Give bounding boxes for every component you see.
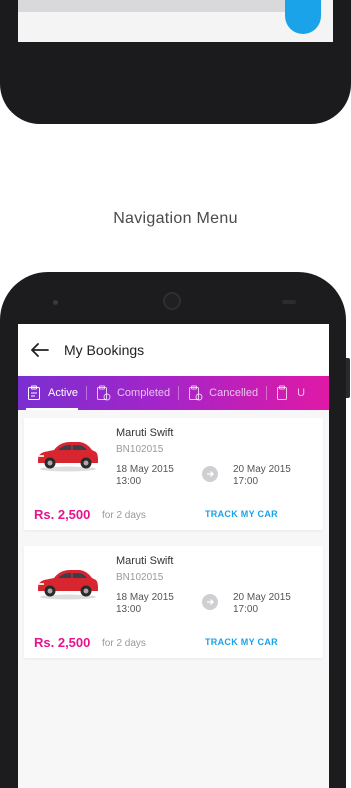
- booking-list: Maruti Swift BN102015 18 May 2015 13:00 …: [18, 410, 329, 658]
- clipboard-cancel-icon: [189, 385, 203, 401]
- end-date: 20 May 2015: [233, 464, 291, 475]
- tab-upcoming[interactable]: U: [267, 376, 313, 410]
- tab-label: Completed: [116, 387, 171, 399]
- booking-duration: for 2 days: [102, 638, 146, 649]
- start-datetime: 18 May 2015 13:00: [116, 464, 174, 488]
- app-bar: My Bookings: [18, 324, 329, 376]
- booking-duration: for 2 days: [102, 510, 146, 521]
- car-image: [38, 442, 98, 472]
- end-datetime: 20 May 2015 17:00: [233, 592, 291, 616]
- tab-label: Active: [48, 387, 78, 399]
- booking-tabs: Active Completed Cancelled U: [18, 376, 329, 410]
- track-car-link[interactable]: TRACK MY CAR: [205, 509, 278, 519]
- phone-frame-top: [0, 0, 351, 124]
- start-date: 18 May 2015: [116, 464, 174, 475]
- booking-price: Rs. 2,500: [34, 507, 91, 522]
- tab-completed[interactable]: Completed: [87, 376, 178, 410]
- start-date: 18 May 2015: [116, 592, 174, 603]
- clipboard-icon: [277, 385, 288, 400]
- booking-id: BN102015: [116, 572, 164, 583]
- car-name: Maruti Swift: [116, 555, 174, 567]
- phone-screen-top: [18, 0, 333, 42]
- phone-screen: My Bookings Active Completed Cancelled U…: [18, 324, 329, 788]
- tab-label: Cancelled: [209, 387, 259, 399]
- start-time: 13:00: [116, 604, 142, 615]
- action-button[interactable]: [285, 0, 321, 34]
- track-car-link[interactable]: TRACK MY CAR: [205, 637, 278, 647]
- car-name: Maruti Swift: [116, 427, 174, 439]
- booking-id: BN102015: [116, 444, 164, 455]
- start-time: 13:00: [116, 476, 142, 487]
- speaker-icon: [53, 300, 58, 305]
- end-time: 17:00: [233, 604, 259, 615]
- clipboard-icon: [28, 385, 40, 400]
- back-arrow-icon[interactable]: [28, 338, 52, 362]
- search-field[interactable]: [18, 0, 290, 12]
- arrow-right-icon: [202, 594, 218, 610]
- end-time: 17:00: [233, 476, 259, 487]
- car-image: [38, 570, 98, 600]
- booking-card[interactable]: Maruti Swift BN102015 18 May 2015 13:00 …: [24, 546, 323, 658]
- end-date: 20 May 2015: [233, 592, 291, 603]
- power-button: [346, 358, 350, 398]
- page-title: My Bookings: [64, 342, 145, 358]
- phone-frame: My Bookings Active Completed Cancelled U…: [0, 272, 350, 788]
- sensor-icon: [282, 300, 296, 304]
- start-datetime: 18 May 2015 13:00: [116, 592, 174, 616]
- tab-label: U: [297, 387, 306, 399]
- booking-price: Rs. 2,500: [34, 635, 91, 650]
- section-caption: Navigation Menu: [113, 210, 238, 227]
- tab-active[interactable]: Active: [18, 376, 86, 410]
- booking-card[interactable]: Maruti Swift BN102015 18 May 2015 13:00 …: [24, 418, 323, 530]
- end-datetime: 20 May 2015 17:00: [233, 464, 291, 488]
- tab-cancelled[interactable]: Cancelled: [179, 376, 266, 410]
- arrow-right-icon: [202, 466, 218, 482]
- clipboard-check-icon: [96, 385, 111, 401]
- camera-icon: [163, 292, 181, 310]
